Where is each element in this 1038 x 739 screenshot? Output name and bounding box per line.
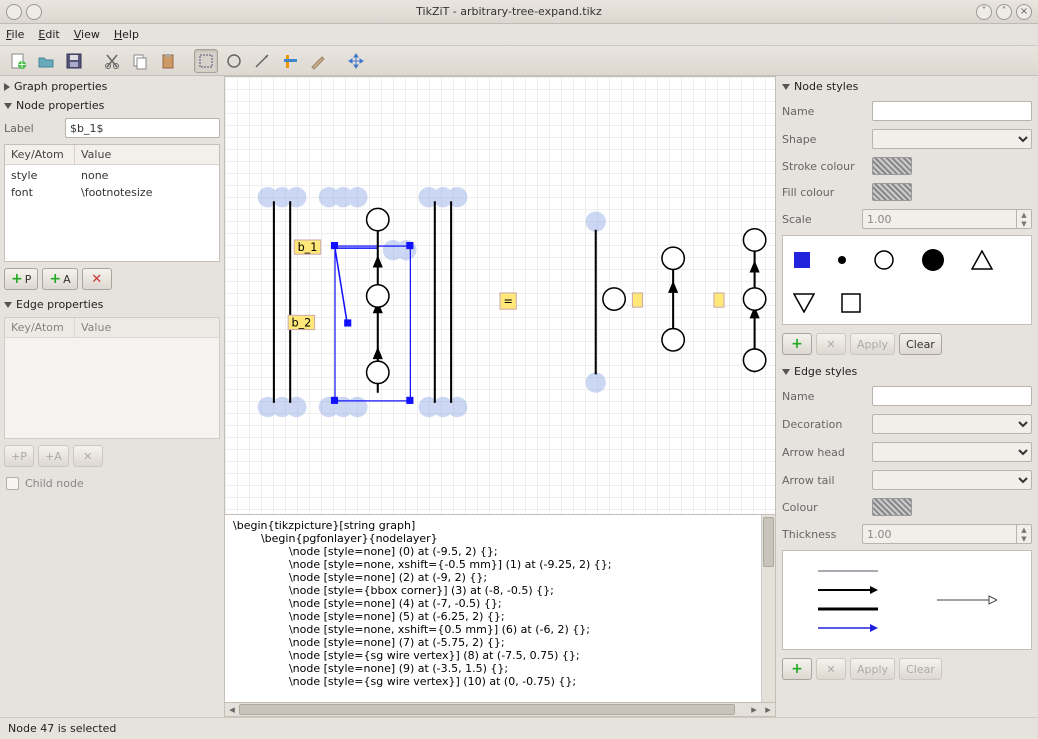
remove-style-button: ✕	[816, 333, 846, 355]
save-button[interactable]	[62, 49, 86, 73]
edge-palette[interactable]	[782, 550, 1032, 650]
status-text: Node 47 is selected	[8, 722, 116, 735]
copy-button[interactable]	[128, 49, 152, 73]
node-tool[interactable]	[222, 49, 246, 73]
table-row: stylenone	[5, 167, 219, 184]
add-style-button[interactable]: +	[782, 333, 812, 355]
titlebar: TikZiT - arbitrary-tree-expand.tikz ˅ ˄ …	[0, 0, 1038, 24]
add-edgestyle-button[interactable]: +	[782, 658, 812, 680]
label-label: Label	[4, 122, 59, 135]
child-node-checkbox: Child node	[4, 473, 220, 494]
decoration-select[interactable]	[872, 414, 1032, 434]
edge-thick[interactable]	[818, 605, 878, 613]
label-b2: b_2	[291, 317, 311, 330]
code-text[interactable]: \begin{tikzpicture}[string graph] \begin…	[225, 515, 761, 702]
move-tool[interactable]	[344, 49, 368, 73]
shape-triangle-down[interactable]	[793, 293, 815, 313]
menu-file[interactable]: File	[6, 28, 24, 41]
clear-edgestyle-button: Clear	[899, 658, 942, 680]
shape-circle[interactable]	[873, 249, 895, 271]
select-tool[interactable]	[194, 49, 218, 73]
node-styles-header[interactable]: Node styles	[782, 78, 1032, 95]
menu-edit[interactable]: Edit	[38, 28, 59, 41]
menu-view[interactable]: View	[74, 28, 100, 41]
edge-arrow-black[interactable]	[818, 585, 878, 595]
edge-plain[interactable]	[818, 567, 878, 575]
label-input[interactable]	[65, 118, 220, 138]
maximize-button[interactable]: ˄	[996, 4, 1012, 20]
window-title: TikZiT - arbitrary-tree-expand.tikz	[46, 5, 972, 18]
menubar: File Edit View Help	[0, 24, 1038, 46]
right-panel: Node styles Name Shape Stroke colour Fil…	[776, 76, 1038, 717]
node-properties-header[interactable]: Node properties	[4, 97, 220, 114]
add-atom-button-edge: +A	[38, 445, 69, 467]
edge-arrow-blue[interactable]	[818, 623, 878, 633]
remove-property-button-edge: ✕	[73, 445, 103, 467]
apply-style-button: Apply	[850, 333, 895, 355]
window-sticky-icon[interactable]	[26, 4, 42, 20]
shape-circle-filled[interactable]	[921, 248, 945, 272]
left-panel: Graph properties Node properties Label K…	[0, 76, 224, 717]
fill-colour-swatch[interactable]	[872, 183, 912, 201]
shape-triangle-up[interactable]	[971, 250, 993, 270]
menu-help[interactable]: Help	[114, 28, 139, 41]
arrowhead-select[interactable]	[872, 442, 1032, 462]
stroke-colour-swatch[interactable]	[872, 157, 912, 175]
draw-tool[interactable]	[306, 49, 330, 73]
checkbox-icon	[6, 477, 19, 490]
label-b1: b_1	[298, 241, 318, 254]
diagram[interactable]: b_1 b_2 =	[225, 77, 775, 515]
edge-keyvalue-grid[interactable]: Key/AtomValue	[4, 317, 220, 439]
add-property-button-edge: +P	[4, 445, 34, 467]
edge-properties-header[interactable]: Edge properties	[4, 296, 220, 313]
edge-tool[interactable]	[250, 49, 274, 73]
shape-palette[interactable]	[782, 235, 1032, 325]
shape-square[interactable]	[841, 293, 861, 313]
remove-edgestyle-button: ✕	[816, 658, 846, 680]
scale-input[interactable]	[862, 209, 1016, 229]
remove-property-button[interactable]: ✕	[82, 268, 112, 290]
edge-arrow-thin[interactable]	[937, 595, 997, 605]
shape-dot[interactable]	[837, 255, 847, 265]
paste-button[interactable]	[156, 49, 180, 73]
crop-tool[interactable]	[278, 49, 302, 73]
shape-select[interactable]	[872, 129, 1032, 149]
vertical-scrollbar[interactable]	[761, 515, 775, 702]
apply-edgestyle-button: Apply	[850, 658, 895, 680]
add-atom-button[interactable]: A	[42, 268, 77, 290]
statusbar: Node 47 is selected	[0, 717, 1038, 739]
nodestyle-name-input[interactable]	[872, 101, 1032, 121]
svg-text:+: +	[17, 58, 26, 70]
center-panel: b_1 b_2 = \begin{	[224, 76, 776, 717]
new-button[interactable]: +	[6, 49, 30, 73]
cut-button[interactable]	[100, 49, 124, 73]
canvas[interactable]: b_1 b_2 =	[224, 76, 776, 515]
shape-square-filled[interactable]	[793, 251, 811, 269]
arrowtail-select[interactable]	[872, 470, 1032, 490]
edge-colour-swatch[interactable]	[872, 498, 912, 516]
close-button[interactable]: ×	[1016, 4, 1032, 20]
window-menu-icon[interactable]	[6, 4, 22, 20]
horizontal-scrollbar[interactable]: ◂ ▸ ▸	[224, 703, 776, 717]
table-row: font\footnotesize	[5, 184, 219, 201]
add-property-button[interactable]: P	[4, 268, 38, 290]
label-eq: =	[503, 295, 512, 308]
open-button[interactable]	[34, 49, 58, 73]
node-keyvalue-grid[interactable]: Key/AtomValue stylenone font\footnotesiz…	[4, 144, 220, 262]
edgestyle-name-input[interactable]	[872, 386, 1032, 406]
edge-styles-header[interactable]: Edge styles	[782, 363, 1032, 380]
graph-properties-header[interactable]: Graph properties	[4, 78, 220, 95]
code-view[interactable]: \begin{tikzpicture}[string graph] \begin…	[224, 515, 776, 703]
minimize-button[interactable]: ˅	[976, 4, 992, 20]
thickness-input[interactable]	[862, 524, 1016, 544]
clear-style-button[interactable]: Clear	[899, 333, 942, 355]
toolbar: +	[0, 46, 1038, 76]
